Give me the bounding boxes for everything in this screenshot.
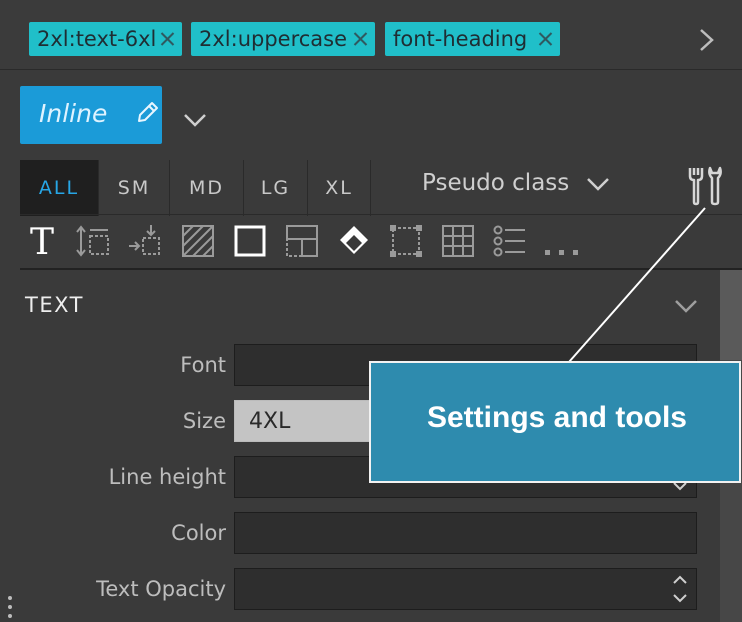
pseudo-class-dropdown[interactable]: Pseudo class — [422, 170, 569, 196]
size-value: 4XL — [249, 409, 291, 434]
font-label: Font — [180, 353, 226, 377]
layout-icon[interactable] — [283, 222, 321, 260]
settings-tools-callout: Settings and tools — [369, 361, 741, 483]
text-icon[interactable]: T — [23, 222, 61, 263]
drag-handle-icon[interactable] — [6, 594, 14, 620]
fill-icon[interactable] — [335, 222, 373, 260]
inline-mode-button[interactable]: Inline — [20, 86, 162, 144]
chevron-right-icon[interactable] — [697, 28, 717, 52]
section-title: TEXT — [25, 293, 84, 317]
remove-tag-icon[interactable] — [351, 22, 369, 56]
tab-breakpoint-xl[interactable]: XL — [308, 160, 371, 216]
class-tag[interactable]: font-heading — [385, 22, 560, 56]
callout-text: Settings and tools — [426, 401, 687, 434]
border-icon[interactable] — [231, 222, 269, 260]
stepper-icon[interactable] — [670, 571, 690, 607]
chevron-down-icon[interactable] — [182, 110, 208, 130]
class-tag-bar: 2xl:text-6xl 2xl:uppercase font-heading — [0, 0, 742, 70]
pencil-icon — [138, 102, 158, 122]
chevron-down-icon[interactable] — [673, 297, 699, 317]
text-opacity-label: Text Opacity — [96, 577, 226, 601]
inline-mode-label: Inline — [39, 99, 108, 128]
class-tag[interactable]: 2xl:uppercase — [191, 22, 375, 56]
tab-breakpoint-all[interactable]: ALL — [20, 160, 99, 216]
class-tag-label: 2xl:uppercase — [199, 27, 348, 51]
text-opacity-field[interactable] — [234, 568, 697, 610]
settings-tools-icon[interactable] — [684, 164, 728, 208]
class-tag-label: 2xl:text-6xl — [37, 27, 157, 51]
svg-text:T: T — [30, 222, 54, 260]
list-icon[interactable] — [491, 222, 529, 260]
color-field[interactable] — [234, 512, 697, 554]
panel-scrollbar-thumb[interactable] — [720, 270, 742, 360]
remove-tag-icon[interactable] — [536, 22, 554, 56]
background-pattern-icon[interactable] — [179, 222, 217, 260]
tab-divider — [20, 214, 742, 215]
class-tag-label: font-heading — [393, 27, 528, 51]
tab-breakpoint-md[interactable]: MD — [170, 160, 244, 216]
align-icon[interactable] — [127, 222, 165, 260]
tab-breakpoint-sm[interactable]: SM — [99, 160, 170, 216]
grid-icon[interactable] — [439, 222, 477, 260]
chevron-down-icon[interactable] — [585, 175, 611, 195]
padding-icon[interactable] — [387, 222, 425, 260]
vertical-spacing-icon[interactable] — [75, 222, 113, 260]
tab-breakpoint-lg[interactable]: LG — [244, 160, 308, 216]
line-height-label: Line height — [108, 465, 226, 489]
more-icon[interactable] — [543, 222, 581, 260]
color-label: Color — [171, 521, 226, 545]
class-tag[interactable]: 2xl:text-6xl — [29, 22, 182, 56]
remove-tag-icon[interactable] — [158, 22, 176, 56]
size-label: Size — [182, 409, 226, 433]
